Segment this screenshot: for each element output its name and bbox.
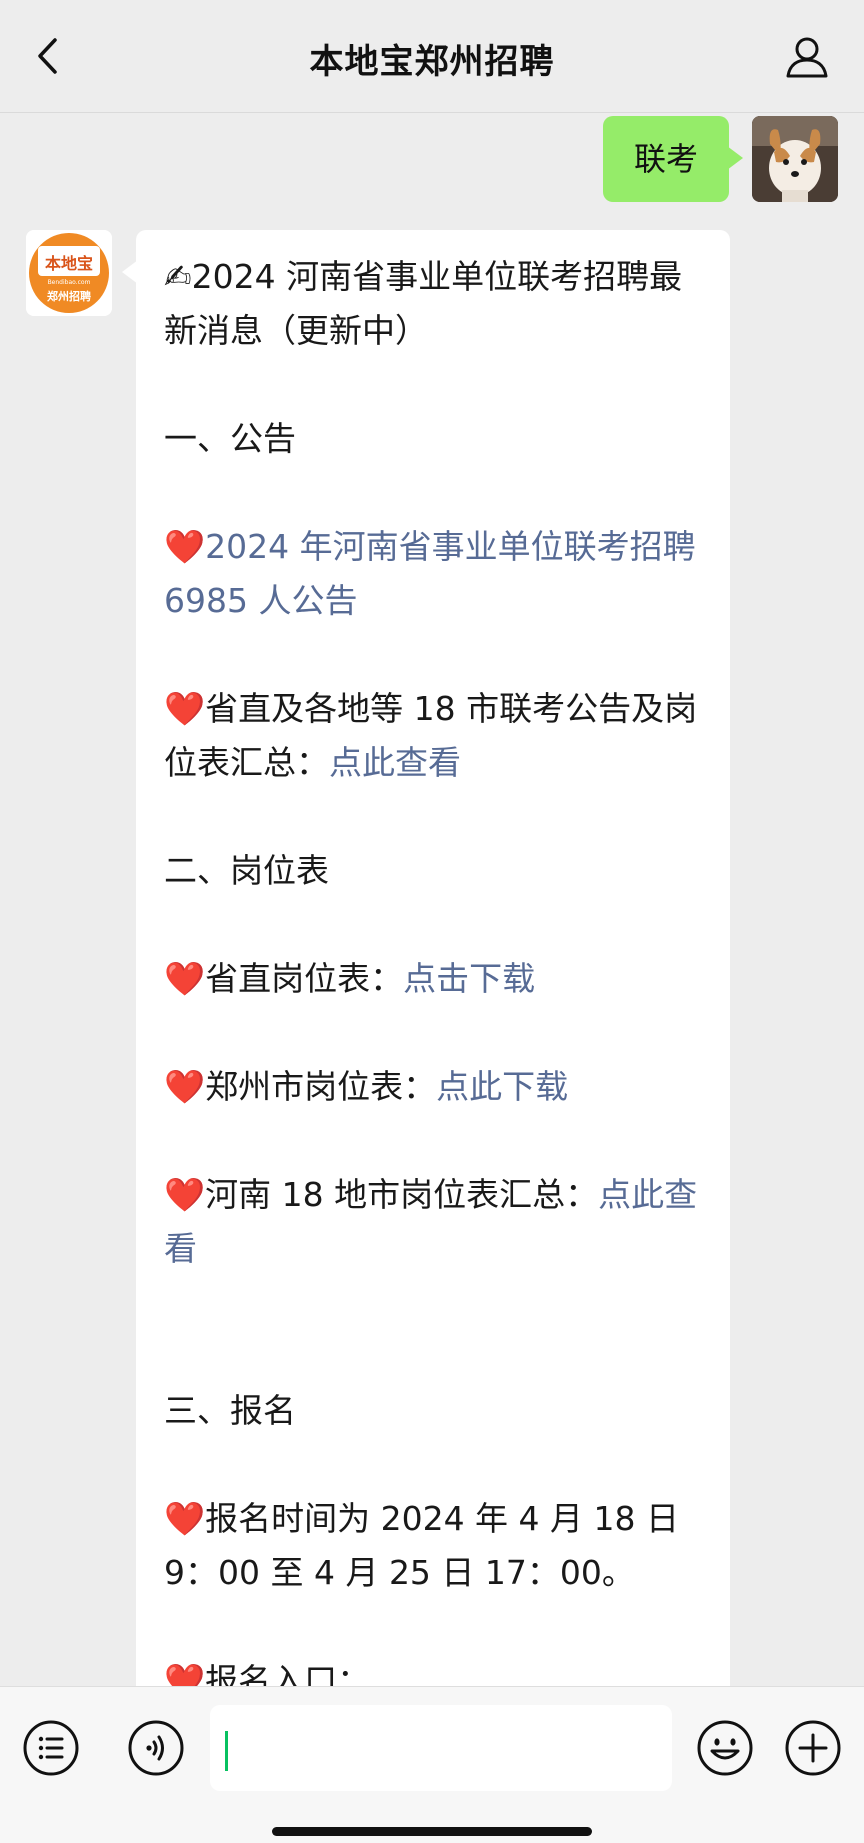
- message-title-line: ✍2024 河南省事业单位联考招聘最新消息（更新中）: [164, 250, 704, 358]
- person-icon[interactable]: [784, 34, 830, 80]
- chat-header: 本地宝郑州招聘: [0, 0, 864, 113]
- text-caret: [225, 1731, 228, 1771]
- chat-title: 本地宝郑州招聘: [309, 42, 555, 82]
- list-item: ❤️报名入口：: [164, 1654, 704, 1686]
- section-heading: 二、岗位表: [164, 851, 329, 890]
- plus-icon[interactable]: [784, 1719, 842, 1777]
- home-indicator: [272, 1827, 592, 1836]
- message-title: 2024 河南省事业单位联考招聘最新消息（更新中）: [164, 257, 683, 350]
- input-bar: [0, 1686, 864, 1843]
- download-link[interactable]: 点此下载: [436, 1067, 568, 1106]
- sent-message-text: 联考: [633, 140, 698, 178]
- heart-icon: ❤️: [164, 689, 206, 728]
- list-item: ❤️省直及各地等 18 市联考公告及岗位表汇总：点此查看: [164, 682, 704, 790]
- item-text: 报名时间为 2024 年 4 月 18 日 9：00 至 4 月 25 日 17…: [164, 1499, 680, 1592]
- item-text: 省直岗位表：: [205, 959, 404, 998]
- item-text: 报名入口：: [205, 1661, 371, 1686]
- account-avatar[interactable]: 本地宝 Bendibao.com 郑州招聘: [26, 230, 112, 316]
- message-content: ✍2024 河南省事业单位联考招聘最新消息（更新中） 一、公告 ❤️2024 年…: [164, 250, 704, 1686]
- sent-message-bubble[interactable]: 联考: [603, 116, 743, 202]
- list-item: ❤️郑州市岗位表：点此下载: [164, 1060, 704, 1114]
- voice-icon[interactable]: [127, 1719, 185, 1777]
- list-item: ❤️河南 18 地市岗位表汇总：点此查看: [164, 1168, 704, 1276]
- message-input[interactable]: [210, 1705, 672, 1791]
- heart-icon: ❤️: [164, 1499, 206, 1538]
- section-heading: 三、报名: [164, 1391, 296, 1430]
- heart-icon: ❤️: [164, 1067, 206, 1106]
- heart-icon: ❤️: [164, 959, 206, 998]
- heart-icon: ❤️: [164, 527, 206, 566]
- section-heading: 一、公告: [164, 419, 296, 458]
- bendibao-logo: 本地宝 Bendibao.com 郑州招聘: [26, 230, 112, 316]
- heart-icon: ❤️: [164, 1661, 206, 1686]
- received-message-bubble[interactable]: ✍2024 河南省事业单位联考招聘最新消息（更新中） 一、公告 ❤️2024 年…: [122, 230, 730, 1686]
- logo-bottom-text: 郑州招聘: [47, 289, 91, 303]
- emoji-icon[interactable]: [696, 1719, 754, 1777]
- puppy-avatar-image: [752, 116, 838, 202]
- list-item: ❤️报名时间为 2024 年 4 月 18 日 9：00 至 4 月 25 日 …: [164, 1492, 704, 1600]
- announcement-link[interactable]: 2024 年河南省事业单位联考招聘 6985 人公告: [164, 527, 696, 620]
- avatar[interactable]: [752, 116, 838, 202]
- list-item: ❤️2024 年河南省事业单位联考招聘 6985 人公告: [164, 520, 704, 628]
- download-link[interactable]: 点击下载: [403, 959, 535, 998]
- list-item: ❤️省直岗位表：点击下载: [164, 952, 704, 1006]
- writing-hand-emoji: ✍: [164, 257, 192, 296]
- logo-top-text: 本地宝: [45, 254, 93, 273]
- logo-site-text: Bendibao.com: [48, 279, 91, 286]
- list-menu-icon[interactable]: [22, 1719, 80, 1777]
- message-list[interactable]: 联考 本地宝 Bendibao.com 郑州招聘 ✍2024 河南省事业单位联考…: [0, 112, 864, 1686]
- heart-icon: ❤️: [164, 1175, 206, 1214]
- view-link[interactable]: 点此查看: [329, 743, 461, 782]
- item-text: 河南 18 地市岗位表汇总：: [205, 1175, 599, 1214]
- item-text: 郑州市岗位表：: [205, 1067, 437, 1106]
